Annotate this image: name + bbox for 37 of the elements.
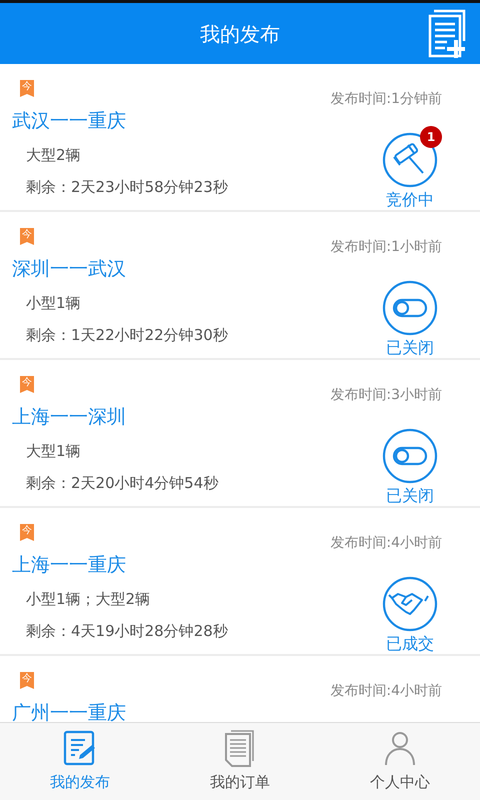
route-title: 上海一一重庆 [12, 553, 127, 578]
gavel-icon[interactable] [382, 132, 438, 188]
status-label: 已关闭 [386, 338, 434, 358]
vehicle-info: 小型1辆；大型2辆 [25, 589, 152, 610]
today-tag: 今 [20, 524, 34, 541]
today-tag: 今 [20, 80, 34, 97]
today-tag: 今 [20, 228, 34, 245]
person-icon [382, 729, 418, 767]
publish-time: 发布时间:4小时前 [329, 534, 442, 552]
route-title: 武汉一一重庆 [12, 109, 127, 134]
remaining-time: 剩余：2天23小时58分钟23秒 [25, 177, 228, 198]
route-title: 深圳一一武汉 [12, 257, 127, 282]
count-badge: 1 [420, 126, 442, 148]
tab-item[interactable]: 个人中心 [370, 723, 430, 800]
vehicle-info: 大型1辆 [25, 441, 82, 462]
switch-icon[interactable] [382, 428, 438, 484]
vehicle-info: 大型2辆 [25, 145, 82, 166]
switch-icon[interactable] [382, 280, 438, 336]
vehicle-info: 小型1辆 [25, 293, 82, 314]
today-tag: 今 [20, 672, 34, 689]
status-label: 竞价中 [386, 190, 434, 210]
status-label: 已关闭 [386, 486, 434, 506]
publish-time: 发布时间:1分钟前 [329, 90, 442, 108]
remaining-time: 剩余：2天20小时4分钟54秒 [25, 473, 218, 494]
handshake-icon[interactable] [382, 576, 438, 632]
publish-time: 发布时间:1小时前 [329, 238, 442, 256]
status-label: 已成交 [386, 634, 434, 654]
remaining-time: 剩余：1天22小时22分钟30秒 [25, 325, 228, 346]
route-title: 广州一一重庆 [12, 701, 126, 722]
edit-document-icon [62, 729, 98, 767]
publish-time: 发布时间:4小时前 [329, 682, 442, 700]
today-tag: 今 [20, 376, 34, 393]
tab-item[interactable]: 我的订单 [210, 723, 270, 800]
route-title: 上海一一深圳 [12, 405, 127, 430]
page-title: 我的发布 [200, 20, 280, 48]
publish-time: 发布时间:3小时前 [329, 386, 442, 404]
remaining-time: 剩余：4天19小时28分钟28秒 [25, 621, 228, 642]
